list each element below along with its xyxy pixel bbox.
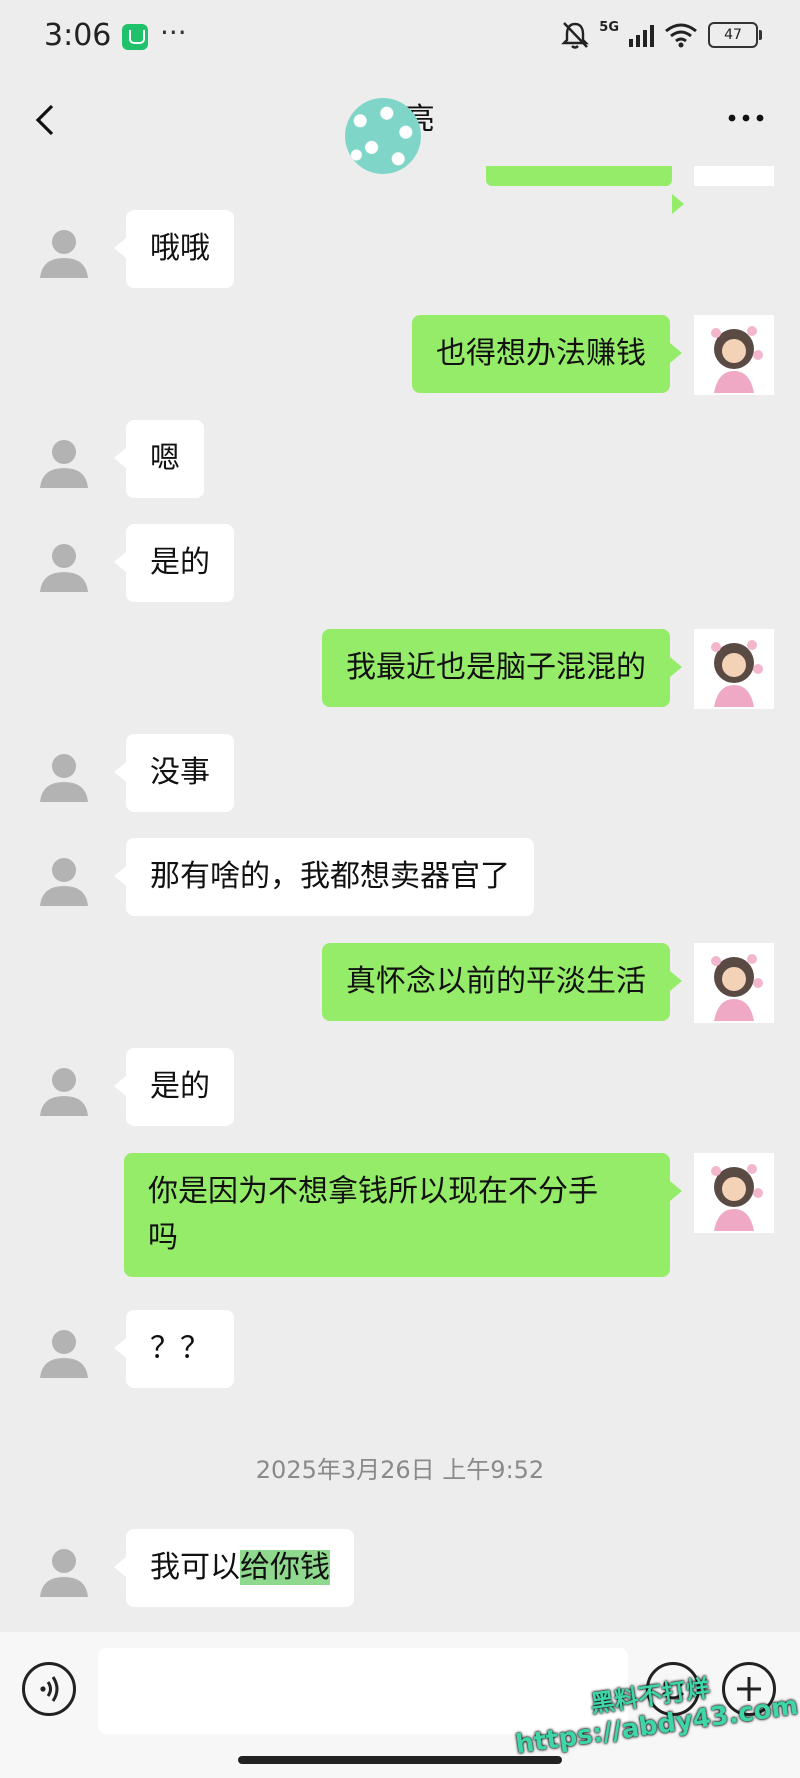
my-avatar-partial (694, 166, 774, 186)
voice-icon[interactable] (22, 1662, 76, 1716)
contact-avatar-icon[interactable] (36, 538, 92, 594)
message-bubble-outgoing[interactable]: 你是因为不想拿钱所以现在不分手 吗 (124, 1153, 682, 1277)
message-bubble-incoming[interactable]: 嗯 (114, 420, 204, 498)
more-notifications-icon: ··· (160, 16, 187, 49)
highlighted-text: 给你钱 (240, 1550, 330, 1585)
message-bubble-incoming[interactable]: 是的 (114, 524, 234, 602)
message-bubble-outgoing[interactable]: 我最近也是脑子混混的 (322, 629, 682, 707)
home-indicator[interactable] (238, 1756, 562, 1764)
name-privacy-blur (345, 98, 421, 174)
message-bubble-incoming[interactable]: 是的 (114, 1048, 234, 1126)
message-timestamp: 2025年3月26日 上午9:52 (255, 1456, 545, 1484)
network-type: 5G (599, 19, 619, 35)
app-notification-icon (122, 24, 148, 50)
message-bubble-incoming[interactable]: 那有啥的，我都想卖器官了 (114, 838, 534, 916)
contact-avatar-icon[interactable] (36, 434, 92, 490)
wifi-icon (665, 23, 697, 48)
contact-avatar-icon[interactable] (36, 224, 92, 280)
contact-avatar-icon[interactable] (36, 1543, 92, 1599)
more-dots-icon[interactable] (726, 108, 766, 128)
contact-avatar-icon[interactable] (36, 1062, 92, 1118)
message-bubble-incoming[interactable]: 我可以给你钱 (114, 1529, 354, 1607)
message-bubble-partial (486, 166, 684, 214)
message-text: 我可以 (150, 1550, 240, 1585)
chat-header: 杨 亮 (0, 76, 800, 174)
contact-avatar-icon[interactable] (36, 852, 92, 908)
signal-icon (629, 23, 654, 47)
my-avatar[interactable] (694, 943, 774, 1023)
contact-avatar-icon[interactable] (36, 748, 92, 804)
message-bubble-outgoing[interactable]: 也得想办法赚钱 (412, 315, 682, 393)
my-avatar[interactable] (694, 1153, 774, 1233)
message-bubble-incoming[interactable]: 哦哦 (114, 210, 234, 288)
status-icons: 5G 47 (561, 19, 762, 50)
mute-bell-icon (561, 22, 590, 49)
my-avatar[interactable] (694, 629, 774, 709)
message-bubble-outgoing[interactable]: 真怀念以前的平淡生活 (322, 943, 682, 1021)
my-avatar[interactable] (694, 315, 774, 395)
status-bar: 3:06 ··· 5G 47 (0, 0, 800, 76)
battery-indicator: 47 (708, 22, 762, 48)
status-time: 3:06 (44, 18, 112, 53)
contact-avatar-icon[interactable] (36, 1324, 92, 1380)
message-bubble-incoming[interactable]: 没事 (114, 734, 234, 812)
message-bubble-incoming[interactable]: ？？ (114, 1310, 234, 1388)
